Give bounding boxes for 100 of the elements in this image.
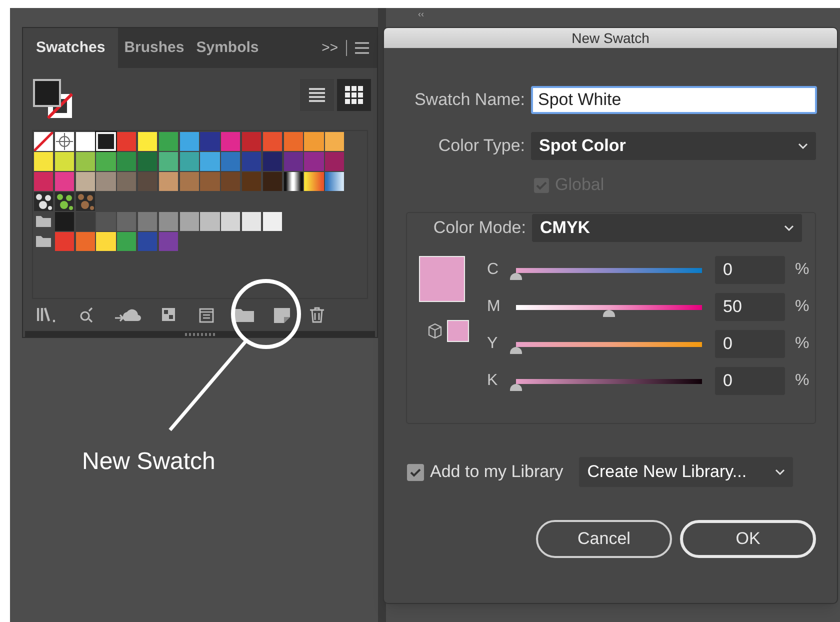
gradient-swatch[interactable]	[325, 172, 344, 191]
library-checkbox[interactable]	[407, 464, 424, 480]
ok-button[interactable]: OK	[680, 520, 816, 558]
color-swatch[interactable]	[34, 152, 54, 171]
color-swatch[interactable]	[96, 212, 116, 231]
color-swatch[interactable]	[200, 172, 220, 191]
color-swatch[interactable]	[221, 132, 240, 151]
color-swatch[interactable]	[221, 152, 240, 171]
color-swatch[interactable]	[200, 132, 220, 151]
color-swatch[interactable]	[242, 132, 262, 151]
list-view-button[interactable]	[300, 78, 334, 111]
color-swatch[interactable]	[262, 132, 282, 151]
swatch-name-field[interactable]: Spot White	[531, 86, 817, 114]
color-swatch[interactable]	[96, 152, 116, 171]
color-swatch[interactable]	[96, 132, 116, 151]
color-swatch[interactable]	[138, 152, 158, 171]
slider-thumb[interactable]	[510, 346, 522, 354]
new-swatch-icon[interactable]	[274, 308, 290, 323]
color-swatch[interactable]	[54, 212, 74, 231]
color-swatch[interactable]	[221, 172, 240, 191]
color-swatch[interactable]	[325, 152, 344, 171]
color-swatch[interactable]	[180, 152, 199, 171]
check-icon	[410, 468, 421, 476]
unit-label: %	[795, 297, 810, 317]
web-safe-swatch[interactable]	[447, 320, 469, 342]
cancel-button[interactable]: Cancel	[536, 520, 672, 558]
color-swatch[interactable]	[221, 212, 240, 231]
menu-icon[interactable]	[355, 42, 369, 54]
color-swatch[interactable]	[138, 212, 158, 231]
panel-tab[interactable]: Swatches	[23, 28, 118, 68]
color-swatch[interactable]	[242, 212, 262, 231]
color-swatch[interactable]	[117, 212, 136, 231]
color-swatch[interactable]	[304, 132, 324, 151]
pattern-swatch[interactable]	[76, 192, 95, 211]
color-swatch[interactable]	[158, 212, 178, 231]
link-node-icon[interactable]	[79, 307, 95, 324]
color-swatch[interactable]	[138, 172, 158, 191]
trash-icon[interactable]	[310, 307, 324, 324]
color-swatch[interactable]	[262, 212, 282, 231]
swatch-options-icon[interactable]	[199, 308, 214, 323]
panel-tab[interactable]: Brushes	[118, 28, 190, 68]
color-swatch[interactable]	[304, 152, 324, 171]
channel-value-field[interactable]: 0	[715, 367, 785, 395]
color-swatch[interactable]	[180, 212, 199, 231]
color-swatch[interactable]	[117, 132, 136, 151]
slider-thumb[interactable]	[510, 384, 522, 390]
color-swatch[interactable]	[117, 232, 136, 251]
color-swatch[interactable]	[34, 172, 54, 191]
channel-value-field[interactable]: 50	[715, 293, 785, 321]
color-swatch[interactable]	[200, 152, 220, 171]
color-swatch[interactable]	[76, 212, 95, 231]
color-swatch[interactable]	[262, 172, 282, 191]
color-swatch[interactable]	[117, 172, 136, 191]
color-swatch[interactable]	[54, 152, 74, 171]
cloud-import-icon[interactable]	[115, 307, 141, 324]
color-swatch[interactable]	[158, 132, 178, 151]
color-swatch[interactable]	[138, 132, 158, 151]
color-swatch[interactable]	[158, 172, 178, 191]
color-swatch[interactable]	[96, 232, 116, 251]
color-swatch[interactable]	[158, 232, 178, 251]
color-swatch[interactable]	[76, 172, 95, 191]
color-swatch[interactable]	[180, 132, 199, 151]
collapse-chevrons[interactable]: ‹‹	[418, 10, 424, 19]
fill-stroke-icon[interactable]	[33, 78, 75, 121]
channel-value-field[interactable]: 0	[715, 256, 785, 284]
color-swatch[interactable]	[54, 172, 74, 191]
color-swatch[interactable]	[158, 152, 178, 171]
overflow-chevrons[interactable]: >>	[322, 37, 338, 58]
channel-value-field[interactable]: 0	[715, 330, 785, 358]
color-type-dropdown[interactable]: Spot Color	[531, 132, 816, 160]
color-swatch[interactable]	[117, 152, 136, 171]
panel-tab[interactable]: Symbols	[190, 28, 265, 68]
color-swatch[interactable]	[76, 232, 95, 251]
pattern-swatch[interactable]	[54, 192, 74, 211]
color-swatch[interactable]	[54, 232, 74, 251]
color-swatch[interactable]	[96, 172, 116, 191]
color-swatch[interactable]	[242, 152, 262, 171]
color-swatch[interactable]	[76, 132, 95, 151]
resize-grip[interactable]	[25, 331, 375, 337]
color-swatch[interactable]	[284, 132, 303, 151]
color-swatch[interactable]	[262, 152, 282, 171]
library-dropdown[interactable]: Create New Library...	[579, 457, 794, 487]
color-swatch[interactable]	[180, 172, 199, 191]
pattern-swatch[interactable]	[34, 192, 54, 211]
gradient-swatch[interactable]	[284, 172, 303, 191]
registration-swatch[interactable]	[54, 132, 74, 151]
color-swatch[interactable]	[284, 152, 303, 171]
none-swatch[interactable]	[34, 132, 54, 151]
slider-thumb[interactable]	[603, 310, 615, 316]
gradient-swatch[interactable]	[304, 172, 324, 191]
grid-view-button[interactable]	[337, 78, 371, 111]
color-swatch[interactable]	[200, 212, 220, 231]
color-swatch[interactable]	[325, 132, 344, 151]
folder-icon[interactable]	[234, 308, 254, 322]
color-swatch[interactable]	[76, 152, 95, 171]
color-mode-dropdown[interactable]: CMYK	[532, 214, 802, 242]
color-swatch[interactable]	[138, 232, 158, 251]
slider-thumb[interactable]	[510, 272, 522, 280]
color-swatch[interactable]	[242, 172, 262, 191]
cube-icon[interactable]	[427, 323, 443, 339]
